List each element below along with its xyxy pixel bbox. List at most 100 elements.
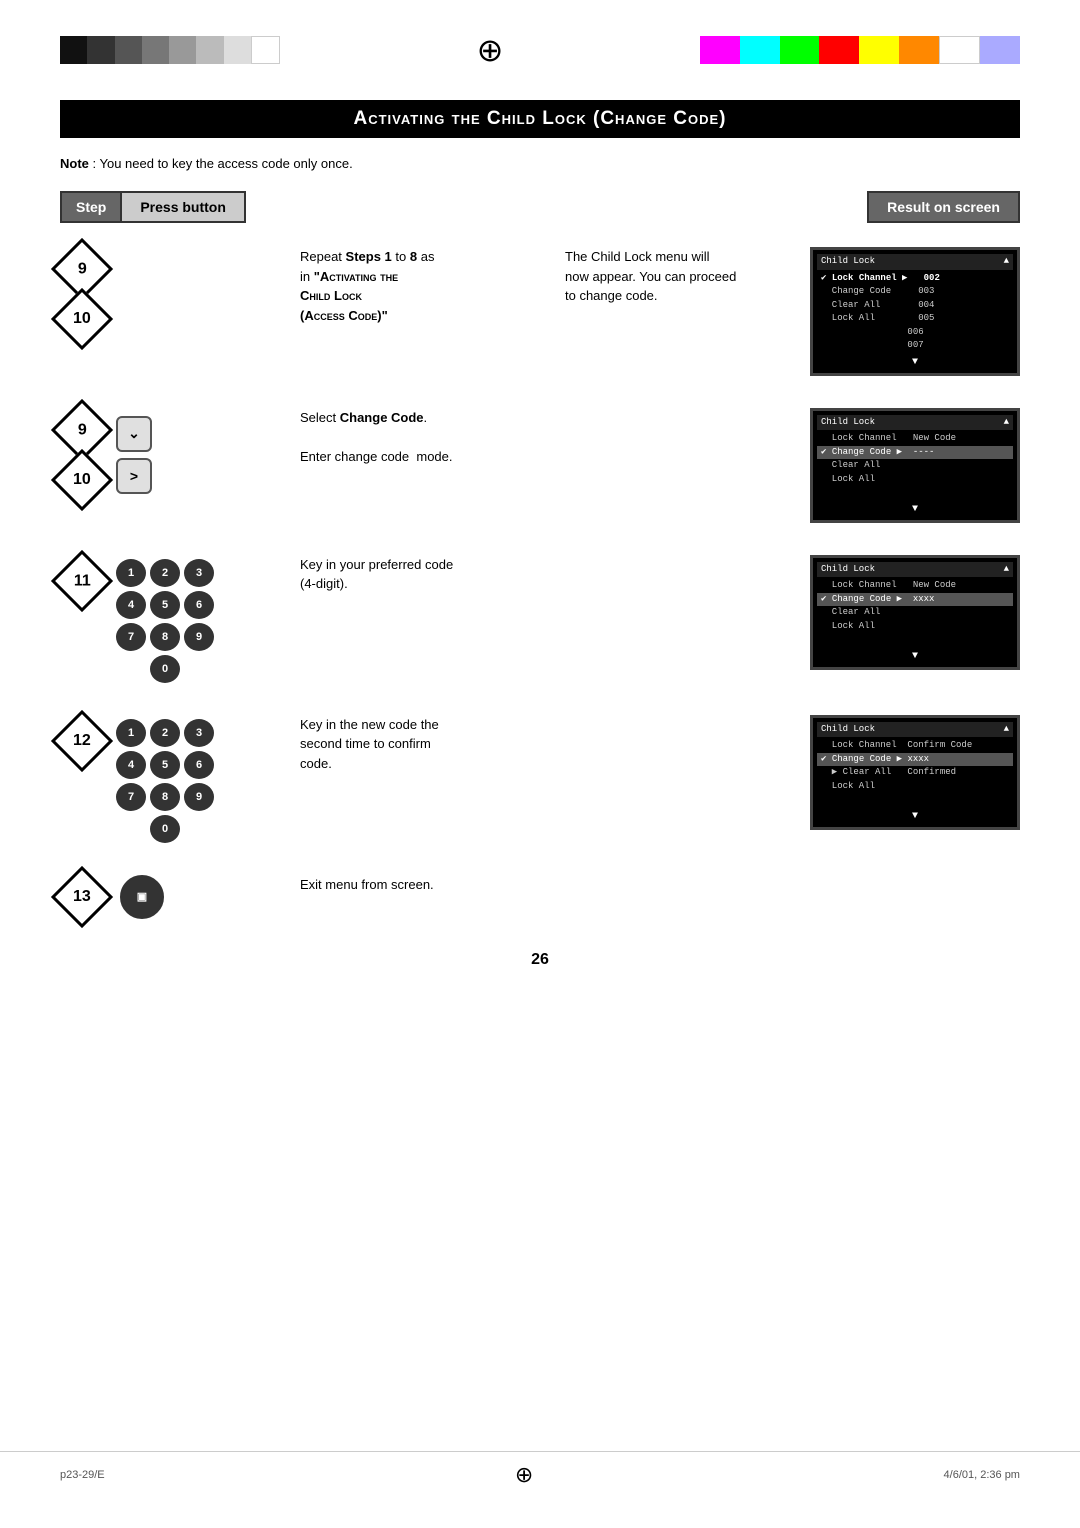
color-swatch [142,36,169,64]
header-step-label: Step [60,191,122,223]
tv-row: Clear All 004 [817,299,1013,313]
step-left-12: 12 1 2 3 4 5 6 7 8 9 0 [60,715,280,843]
badge-stack-2: 9 10 [60,408,104,502]
color-swatch [700,36,740,64]
step-badge-10: 10 [51,288,113,350]
color-swatch [60,36,87,64]
numpad-0[interactable]: 0 [150,655,180,683]
color-swatch [115,36,142,64]
step-left-11: 11 1 2 3 4 5 6 7 8 9 0 [60,555,280,683]
footer-right: 4/6/01, 2:36 pm [944,1469,1020,1481]
tv-row: Lock All 005 [817,312,1013,326]
numpad-3b[interactable]: 3 [184,719,214,747]
tv-screen-3: Child Lock▲ Lock Channel New Code ✔ Chan… [810,555,1020,670]
numpad-6b[interactable]: 6 [184,751,214,779]
step-left-nav: 9 10 ⌄ > [60,408,280,502]
color-bar-container [0,0,1080,90]
main-content: Activating the Child Lock (Change Code) … [0,90,1080,1039]
step-left-9-10: 9 10 [60,247,280,341]
tv-bottom-bar-3: ▼ [817,651,1013,663]
color-swatch [169,36,196,64]
numpad-4b[interactable]: 4 [116,751,146,779]
numpad-5b[interactable]: 5 [150,751,180,779]
numpad-5[interactable]: 5 [150,591,180,619]
tv-row: Lock Channel New Code [817,432,1013,446]
tv-row: 007 [817,339,1013,353]
numpad-8b[interactable]: 8 [150,783,180,811]
tv-row: Lock All [817,780,1013,794]
tv-row [817,633,1013,647]
tv-bottom-bar: ▼ [817,357,1013,369]
numpad-6[interactable]: 6 [184,591,214,619]
color-swatch [939,36,981,64]
step-row-12: 12 1 2 3 4 5 6 7 8 9 0 Key in the new co… [60,715,1020,843]
color-swatch [196,36,223,64]
header-result-label: Result on screen [867,191,1020,223]
tv-title-bar-2: Child Lock▲ [817,415,1013,431]
tv-screen-4: Child Lock▲ Lock Channel Confirm Code ✔ … [810,715,1020,830]
step-desc-9-10: The Child Lock menu willnow appear. You … [545,247,810,306]
step-desc-13: Exit menu from screen. [280,875,810,895]
nav-down-button[interactable]: ⌄ [116,416,152,452]
step-screen-9-10: Child Lock▲ ✔ Lock Channel ▶ 002 Change … [810,247,1020,376]
numpad-1[interactable]: 1 [116,559,146,587]
step-row-9-10-desc: 9 10 Repeat Steps 1 to 8 as in "Activati… [60,247,1020,376]
tv-row: Lock All [817,473,1013,487]
nav-buttons: ⌄ > [116,416,152,494]
numpad-9[interactable]: 9 [184,623,214,651]
nav-right-button[interactable]: > [116,458,152,494]
step-middle-9-10: Repeat Steps 1 to 8 as in "Activating th… [280,247,545,325]
tv-row-selected: ✔ Change Code ▶ ---- [817,446,1013,460]
numpad-0b[interactable]: 0 [150,815,180,843]
step-header: Step Press button Result on screen [60,191,1020,223]
tv-row: ▶ Clear All Confirmed [817,766,1013,780]
color-swatch [251,36,280,64]
numpad-4[interactable]: 4 [116,591,146,619]
color-swatch [87,36,114,64]
tv-screen-2: Child Lock▲ Lock Channel New Code ✔ Chan… [810,408,1020,523]
tv-row: Change Code 003 [817,285,1013,299]
tv-title-bar-4: Child Lock▲ [817,722,1013,738]
color-swatch [899,36,939,64]
step-screen-11: Child Lock▲ Lock Channel New Code ✔ Chan… [810,555,1020,670]
menu-button-13[interactable]: ▣ [120,875,164,919]
tv-row-selected: ✔ Change Code ▶ xxxx [817,753,1013,767]
numpad-1b[interactable]: 1 [116,719,146,747]
step-badge-12: 12 [51,709,113,771]
color-swatch [740,36,780,64]
step-desc-11: Key in your preferred code(4-digit). [280,555,810,594]
color-bar-left [60,36,280,64]
note-label: Note [60,156,89,171]
tv-bottom-bar-2: ▼ [817,504,1013,516]
step-screen-12: Child Lock▲ Lock Channel Confirm Code ✔ … [810,715,1020,830]
note-text: Note : You need to key the access code o… [60,156,1020,171]
step-left-13: 13 ▣ [60,875,280,919]
numpad-2b[interactable]: 2 [150,719,180,747]
footer-left: p23-29/E [60,1469,105,1481]
step-row-11: 11 1 2 3 4 5 6 7 8 9 0 Key in your prefe… [60,555,1020,683]
page-number: 26 [60,951,1020,969]
step-screen-nav: Child Lock▲ Lock Channel New Code ✔ Chan… [810,408,1020,523]
numpad-2[interactable]: 2 [150,559,180,587]
tv-row: Lock Channel New Code [817,579,1013,593]
numpad-3[interactable]: 3 [184,559,214,587]
numpad-8[interactable]: 8 [150,623,180,651]
tv-title-bar-3: Child Lock▲ [817,562,1013,578]
step-badge-10b: 10 [51,448,113,510]
tv-row-selected: ✔ Change Code ▶ xxxx [817,593,1013,607]
color-swatch [780,36,820,64]
numpad-12: 1 2 3 4 5 6 7 8 9 0 [116,719,214,843]
step-select-desc: Select Change Code. Enter change code mo… [280,408,810,467]
crosshair-icon [470,30,510,70]
numpad-9b[interactable]: 9 [184,783,214,811]
tv-row [817,793,1013,807]
numpad-7b[interactable]: 7 [116,783,146,811]
color-swatch [819,36,859,64]
tv-row: Clear All [817,606,1013,620]
footer-crosshair-icon: ⊕ [515,1462,533,1488]
numpad-7[interactable]: 7 [116,623,146,651]
color-swatch [224,36,251,64]
color-swatch [859,36,899,64]
badge-stack: 9 10 [60,247,104,341]
color-swatch [980,36,1020,64]
